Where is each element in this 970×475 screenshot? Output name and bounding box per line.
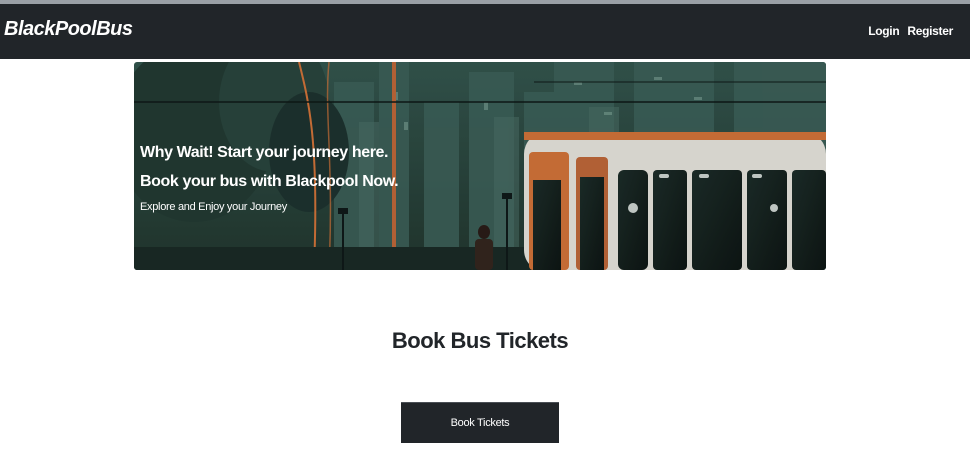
register-link[interactable]: Register xyxy=(907,24,953,38)
hero-banner: Why Wait! Start your journey here. Book … xyxy=(134,62,826,270)
hero-tagline: Book your bus with Blackpool Now. xyxy=(140,173,399,190)
nav-links: Login Register xyxy=(868,24,953,38)
book-tickets-button[interactable]: Book Tickets xyxy=(401,402,559,443)
navbar: BlackPoolBus Login Register xyxy=(0,4,970,59)
hero-headline: Why Wait! Start your journey here. xyxy=(140,144,389,161)
hero-subtitle: Explore and Enjoy your Journey xyxy=(140,201,287,213)
page-title: Book Bus Tickets xyxy=(391,328,569,353)
login-link[interactable]: Login xyxy=(868,24,899,38)
hero-text: Why Wait! Start your journey here. Book … xyxy=(140,142,399,215)
brand-logo[interactable]: BlackPoolBus xyxy=(4,18,133,41)
